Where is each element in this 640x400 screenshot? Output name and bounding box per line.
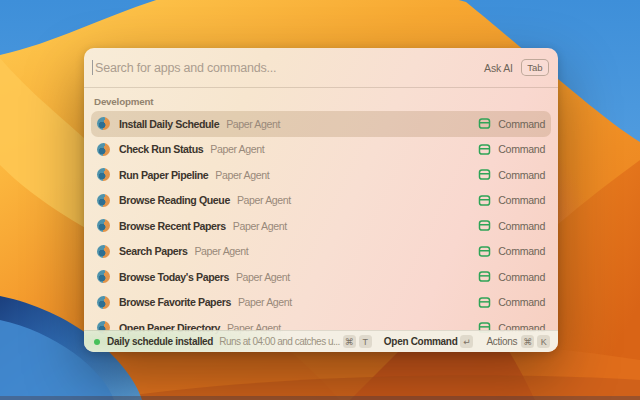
- item-type-label: Command: [498, 194, 545, 206]
- item-subtitle: Paper Agent: [194, 245, 248, 257]
- status-detail: Runs at 04:00 and catches u...: [219, 336, 340, 347]
- item-title: Check Run Status: [119, 143, 203, 155]
- command-type-icon: [478, 194, 491, 207]
- item-subtitle: Paper Agent: [210, 143, 264, 155]
- list-item[interactable]: Browse Today's Papers Paper Agent Command: [91, 264, 551, 290]
- paper-agent-app-icon: [97, 245, 110, 258]
- list-item[interactable]: Browse Favorite Papers Paper Agent Command: [91, 290, 551, 316]
- actions-button[interactable]: Actions: [486, 336, 517, 347]
- item-subtitle: Paper Agent: [237, 194, 291, 206]
- list-item[interactable]: Check Run Status Paper Agent Command: [91, 137, 551, 163]
- item-title: Browse Today's Papers: [119, 271, 229, 283]
- command-type-icon: [478, 296, 491, 309]
- paper-agent-app-icon: [97, 219, 110, 232]
- list-item[interactable]: Search Papers Paper Agent Command: [91, 239, 551, 265]
- item-type-label: Command: [498, 169, 545, 181]
- item-title: Install Daily Schedule: [119, 118, 219, 130]
- status-dot: [94, 339, 100, 345]
- item-title: Browse Reading Queue: [119, 194, 230, 206]
- paper-agent-app-icon: [97, 296, 110, 309]
- key-badge: ⌘: [343, 335, 356, 348]
- ask-ai-label[interactable]: Ask AI: [484, 62, 513, 74]
- screen-bottom-edge: [0, 396, 640, 400]
- tab-key-badge: Tab: [521, 59, 549, 76]
- command-type-icon: [478, 117, 491, 130]
- item-type-label: Command: [498, 245, 545, 257]
- list-item[interactable]: Run Paper Pipeline Paper Agent Command: [91, 162, 551, 188]
- list-item[interactable]: Browse Reading Queue Paper Agent Command: [91, 188, 551, 214]
- item-subtitle: Paper Agent: [233, 220, 287, 232]
- status-title: Daily schedule installed: [107, 336, 213, 347]
- item-type-label: Command: [498, 296, 545, 308]
- command-type-icon: [478, 168, 491, 181]
- list-item[interactable]: Browse Recent Papers Paper Agent Command: [91, 213, 551, 239]
- paper-agent-app-icon: [97, 194, 110, 207]
- text-cursor: [92, 60, 93, 75]
- paper-agent-app-icon: [97, 117, 110, 130]
- item-subtitle: Paper Agent: [238, 296, 292, 308]
- open-command-button[interactable]: Open Command: [384, 336, 458, 347]
- command-type-icon: [478, 245, 491, 258]
- key-badge: T: [359, 335, 372, 348]
- item-subtitle: Paper Agent: [236, 271, 290, 283]
- search-input[interactable]: Search for apps and commands...: [95, 61, 484, 75]
- command-type-icon: [478, 219, 491, 232]
- item-title: Browse Favorite Papers: [119, 296, 231, 308]
- item-type-label: Command: [498, 143, 545, 155]
- paper-agent-app-icon: [97, 168, 110, 181]
- item-title: Browse Recent Papers: [119, 220, 226, 232]
- key-badge: K: [537, 335, 550, 348]
- paper-agent-app-icon: [97, 143, 110, 156]
- paper-agent-app-icon: [97, 270, 110, 283]
- search-bar[interactable]: Search for apps and commands... Ask AI T…: [84, 48, 558, 88]
- enter-key-badge: ↵: [460, 335, 473, 348]
- item-type-label: Command: [498, 271, 545, 283]
- item-subtitle: Paper Agent: [215, 169, 269, 181]
- command-type-icon: [478, 270, 491, 283]
- command-list: Install Daily Schedule Paper Agent Command…: [84, 111, 558, 341]
- status-shortcut-keys: ⌘T: [340, 335, 372, 348]
- item-title: Search Papers: [119, 245, 187, 257]
- command-type-icon: [478, 143, 491, 156]
- actions-shortcut-keys: ⌘K: [518, 335, 550, 348]
- key-badge: ⌘: [521, 335, 534, 348]
- status-bar: Daily schedule installed Runs at 04:00 a…: [84, 330, 558, 352]
- launcher-window: Search for apps and commands... Ask AI T…: [84, 48, 558, 352]
- item-subtitle: Paper Agent: [226, 118, 280, 130]
- list-item[interactable]: Install Daily Schedule Paper Agent Command: [91, 111, 551, 137]
- section-header: Development: [94, 96, 558, 107]
- item-title: Run Paper Pipeline: [119, 169, 208, 181]
- item-type-label: Command: [498, 220, 545, 232]
- item-type-label: Command: [498, 118, 545, 130]
